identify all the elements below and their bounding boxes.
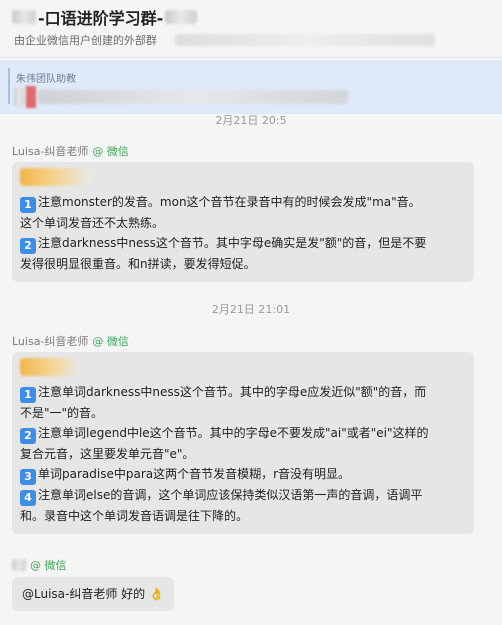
pinned-message[interactable]: 朱伟团队助教 xyxy=(0,60,502,114)
chat-header: -口语进阶学习群- 由企业微信用户创建的外部群 xyxy=(0,0,502,58)
wechat-tag: @ 微信 xyxy=(92,335,129,348)
ok-hand-icon: 👌 xyxy=(149,587,165,601)
message-line: 发得很明显很重音。和n拼读，要发得短促。 xyxy=(20,257,256,271)
message-sender[interactable]: @ 微信 xyxy=(12,557,67,573)
pinned-content-redacted xyxy=(14,86,348,108)
redacted-block xyxy=(38,90,348,104)
emoji-icon xyxy=(20,358,80,376)
message-line: 4 注意单词else的音调，这个单词应该保持类似汉语第一声的音调，语调平 xyxy=(20,485,466,506)
wechat-tag: @ 微信 xyxy=(30,559,67,572)
redacted-sender-name xyxy=(12,559,26,571)
redacted-block xyxy=(26,86,36,108)
message-line: 和。录音中这个单词发音语调是往下降的。 xyxy=(20,509,249,523)
number-badge: 2 xyxy=(20,428,36,444)
emoji-row xyxy=(20,168,466,192)
message-sender[interactable]: Luisa-纠音老师 @ 微信 xyxy=(12,143,129,159)
message-bubble[interactable]: 1 注意单词darkness中ness这个音节。其中的字母e应发近似"额"的音，而… xyxy=(12,352,474,534)
message-line: 不是"一"的音。 xyxy=(20,406,104,420)
message-bubble[interactable]: 1 注意monster的发音。mon这个音节在录音中有的时候会发成"ma"音。 这… xyxy=(12,162,474,282)
message-sender[interactable]: Luisa-纠音老师 @ 微信 xyxy=(12,333,129,349)
message-line: 3 单词paradise中para这两个音节发音模糊，r音没有明显。 xyxy=(20,464,466,485)
chat-title-row[interactable]: -口语进阶学习群- xyxy=(12,6,198,28)
sender-name: Luisa-纠音老师 xyxy=(12,145,89,158)
reply-text: @Luisa-纠音老师 好的 xyxy=(22,587,146,601)
pinned-title: 朱伟团队助教 xyxy=(16,74,76,85)
message-line: 1 注意monster的发音。mon这个音节在录音中有的时候会发成"ma"音。 xyxy=(20,192,466,213)
wechat-tag: @ 微信 xyxy=(92,145,129,158)
message-line: 2 注意darkness中ness这个音节。其中字母e确实是发"额"的音，但是不要 xyxy=(20,233,466,254)
message-line: 1 注意单词darkness中ness这个音节。其中的字母e应发近似"额"的音，而 xyxy=(20,382,466,403)
number-badge: 4 xyxy=(20,490,36,506)
redacted-block xyxy=(12,10,36,24)
chat-title: -口语进阶学习群- xyxy=(38,9,164,28)
pinned-accent-bar xyxy=(8,68,10,104)
number-badge: 1 xyxy=(20,197,36,213)
number-badge: 3 xyxy=(20,469,36,485)
reply-bubble[interactable]: @Luisa-纠音老师 好的 👌 xyxy=(12,577,175,611)
number-badge: 1 xyxy=(20,387,36,403)
message-line: 2 注意单词legend中le这个音节。其中的字母e不要发成"ai"或者"ei"这… xyxy=(20,423,466,444)
sender-name: Luisa-纠音老师 xyxy=(12,335,89,348)
redacted-block xyxy=(165,10,198,24)
thumbs-up-icon xyxy=(20,168,90,186)
message-line: 这个单词发音还不太熟练。 xyxy=(20,216,165,230)
message-timestamp: 2月21日 20:5 xyxy=(215,114,287,127)
message-timestamp: 2月21日 21:01 xyxy=(211,303,291,316)
number-badge: 2 xyxy=(20,238,36,254)
emoji-row xyxy=(20,358,466,382)
message-line: 复合元音，这里要发单元音"e"。 xyxy=(20,447,195,461)
chat-subtitle: 由企业微信用户创建的外部群 xyxy=(14,34,157,47)
redacted-block xyxy=(175,34,435,46)
chat-subtitle-row: 由企业微信用户创建的外部群 xyxy=(14,32,435,48)
